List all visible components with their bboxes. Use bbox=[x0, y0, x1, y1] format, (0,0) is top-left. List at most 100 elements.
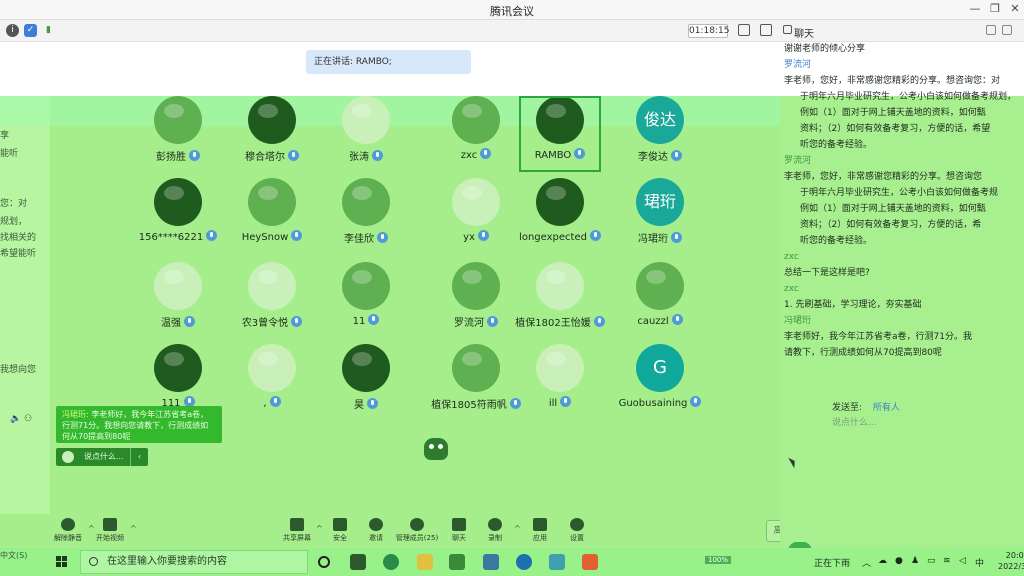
left-snippet: 享 bbox=[0, 131, 10, 141]
share-screen-button[interactable]: 共享屏幕 bbox=[275, 518, 319, 543]
shield-icon[interactable]: ✓ bbox=[24, 24, 37, 37]
popout-icon[interactable] bbox=[986, 25, 996, 35]
apps-label: 应用 bbox=[533, 534, 547, 542]
mic-muted-icon bbox=[477, 230, 489, 241]
volume-icon[interactable]: ◁ bbox=[959, 556, 966, 566]
mic-muted-icon bbox=[671, 314, 683, 325]
avatar bbox=[342, 344, 390, 392]
task-view-icon[interactable] bbox=[350, 554, 366, 570]
start-video-button[interactable]: 开始视频 bbox=[88, 518, 132, 543]
windows-start-icon[interactable] bbox=[56, 556, 68, 568]
signal-icon[interactable]: ▮ bbox=[42, 24, 55, 37]
chat-message-text: 资料；（2）如何有效备考复习，方便的话，希 bbox=[800, 220, 982, 230]
tencent-meeting-taskbar-icon[interactable] bbox=[549, 554, 565, 570]
powerpoint-icon[interactable] bbox=[582, 554, 598, 570]
microphone-icon bbox=[61, 518, 75, 531]
left-snippet: 找相关的 bbox=[0, 233, 37, 243]
participant-name: Guobusaining bbox=[618, 398, 688, 409]
participant-name-row: cauzzl bbox=[600, 314, 720, 327]
collapse-arrow-icon[interactable]: ‹ bbox=[130, 448, 148, 466]
network-icon[interactable]: ▭ bbox=[927, 556, 936, 566]
wifi-icon[interactable]: ≋ bbox=[943, 556, 951, 566]
manage-members-button[interactable]: 管理成员(25) bbox=[395, 518, 439, 543]
emoji-icon[interactable] bbox=[62, 451, 74, 463]
close-chat-icon[interactable] bbox=[1002, 25, 1012, 35]
video-options-chevron-icon[interactable]: ^ bbox=[130, 524, 137, 533]
record-button[interactable]: 录制 bbox=[473, 518, 517, 543]
mic-muted-icon bbox=[189, 150, 200, 161]
chat-popup-bubble: 冯珺珩: 李老师好，我今年江苏省考a卷，行测71分。我想向您请教下，行测成绩如何… bbox=[56, 406, 222, 443]
app-l-icon[interactable] bbox=[516, 554, 532, 570]
mic-muted-icon bbox=[377, 232, 388, 243]
send-to-dropdown[interactable]: 所有人 bbox=[873, 403, 900, 413]
chat-message-text: 李老师，您好，非常感谢您精彩的分享。想咨询您：对 bbox=[784, 76, 1001, 86]
close-window-button[interactable]: ✕ bbox=[1004, 2, 1024, 18]
avatar bbox=[342, 96, 390, 144]
avatar bbox=[154, 96, 202, 144]
participant-name: ill bbox=[548, 398, 558, 409]
send-to-row[interactable]: 发送至: 所有人 bbox=[832, 400, 900, 413]
participant-name-row: 昊 bbox=[306, 396, 426, 411]
screen-tear-band bbox=[0, 96, 820, 126]
mic-muted-icon bbox=[368, 314, 380, 325]
participant-name: 张涛 bbox=[349, 152, 369, 163]
chat-sender-name: 冯珺珩 bbox=[784, 316, 812, 326]
edge-browser-icon[interactable] bbox=[383, 554, 399, 570]
participant-name-row: 11 bbox=[306, 314, 426, 327]
invite-button[interactable]: 邀请 bbox=[354, 518, 398, 543]
mic-muted-icon bbox=[671, 150, 682, 161]
manage-label: 管理成员(25) bbox=[395, 534, 439, 542]
mic-tray-icon[interactable]: ● bbox=[895, 556, 903, 566]
chat-header-label: 聊天 bbox=[794, 29, 814, 40]
camera-icon bbox=[103, 518, 117, 531]
participant-name: zxc bbox=[460, 150, 478, 161]
cloud-icon[interactable]: ☁ bbox=[878, 556, 887, 566]
windows-taskbar: 在这里输入你要搜索的内容 100% 正在下雨 ︿ ☁ ● ♟ ▭ ≋ ◁ 中 2… bbox=[0, 548, 1024, 576]
share-screen-icon bbox=[290, 518, 304, 531]
chat-sender-name: zxc bbox=[784, 284, 799, 294]
avatar bbox=[248, 96, 296, 144]
taskbar-search-placeholder: 在这里输入你要搜索的内容 bbox=[107, 556, 227, 567]
user-tray-icon[interactable]: ♟ bbox=[911, 556, 919, 566]
avatar bbox=[636, 262, 684, 310]
cortana-icon[interactable] bbox=[318, 556, 330, 568]
mic-muted-icon bbox=[690, 396, 702, 407]
participant-name: 穆合塔尔 bbox=[245, 152, 285, 163]
ime-indicator[interactable]: 中 bbox=[975, 556, 984, 569]
chat-message-text: 李老师好，我今年江苏省考a卷，行测71分。我 bbox=[784, 332, 972, 342]
chat-input[interactable]: 说点什么... bbox=[832, 415, 877, 428]
battery-indicator: 100% bbox=[705, 556, 732, 564]
participant-name: 植保1802王怡媛 bbox=[515, 318, 591, 329]
chat-message-text: 于明年六月毕业研究生，公考小白该如何做备考规 bbox=[800, 188, 999, 198]
layout-icon[interactable] bbox=[760, 24, 772, 36]
mail-icon[interactable] bbox=[483, 554, 499, 570]
taskbar-clock[interactable]: 20:00 2022/3/ bbox=[998, 550, 1024, 572]
chat-sender-name: 罗流河 bbox=[784, 60, 812, 70]
chat-message-text: 谢谢老师的倾心分享 bbox=[784, 44, 866, 54]
chat-message-text: 1. 先刷基础，学习理论，夯实基础 bbox=[784, 300, 922, 310]
settings-button[interactable]: 设置 bbox=[555, 518, 599, 543]
meeting-toolbar: i ✓ ▮ 01:18:15 bbox=[0, 20, 780, 42]
avatar bbox=[452, 96, 500, 144]
start-video-label: 开始视频 bbox=[96, 534, 124, 542]
mini-controls[interactable]: 🔈 ⚇ bbox=[10, 414, 32, 424]
tray-overflow-chevron-icon[interactable]: ︿ bbox=[862, 556, 871, 569]
taskbar-search-box[interactable]: 在这里输入你要搜索的内容 bbox=[80, 550, 308, 574]
unmute-button[interactable]: 解除静音 bbox=[46, 518, 90, 543]
left-snippet: 希望能听 bbox=[0, 249, 37, 259]
avatar bbox=[342, 262, 390, 310]
avatar bbox=[154, 178, 202, 226]
info-icon[interactable]: i bbox=[6, 24, 19, 37]
bubble-sender: 冯珺珩: bbox=[62, 410, 89, 419]
avatar: 珺珩 bbox=[636, 178, 684, 226]
avatar bbox=[452, 178, 500, 226]
weather-text[interactable]: 正在下雨 bbox=[814, 556, 850, 569]
file-explorer-icon[interactable] bbox=[417, 554, 433, 570]
fullscreen-icon[interactable] bbox=[738, 24, 750, 36]
minimize-button[interactable]: — bbox=[964, 2, 986, 18]
maximize-button[interactable]: ❐ bbox=[984, 2, 1006, 18]
store-icon[interactable] bbox=[449, 554, 465, 570]
chat-message-text: 资料；（2）如何有效备考复习，方便的话，希望 bbox=[800, 124, 991, 134]
avatar bbox=[452, 344, 500, 392]
quick-chat-input[interactable]: 说点什么... ‹ bbox=[56, 448, 148, 466]
